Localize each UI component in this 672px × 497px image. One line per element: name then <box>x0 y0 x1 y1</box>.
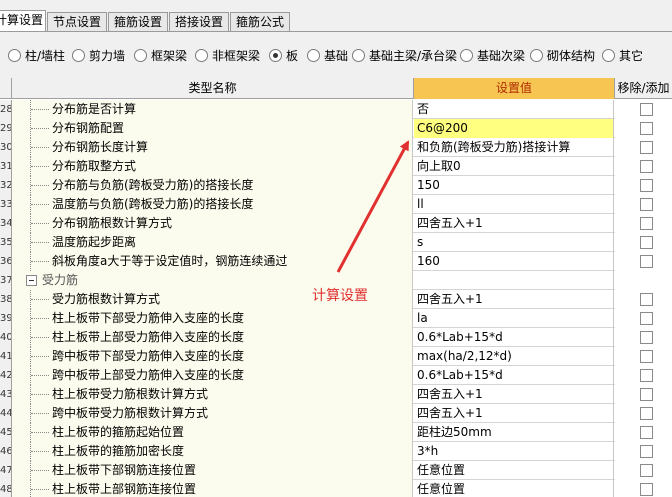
annotation-arrow <box>336 140 410 273</box>
